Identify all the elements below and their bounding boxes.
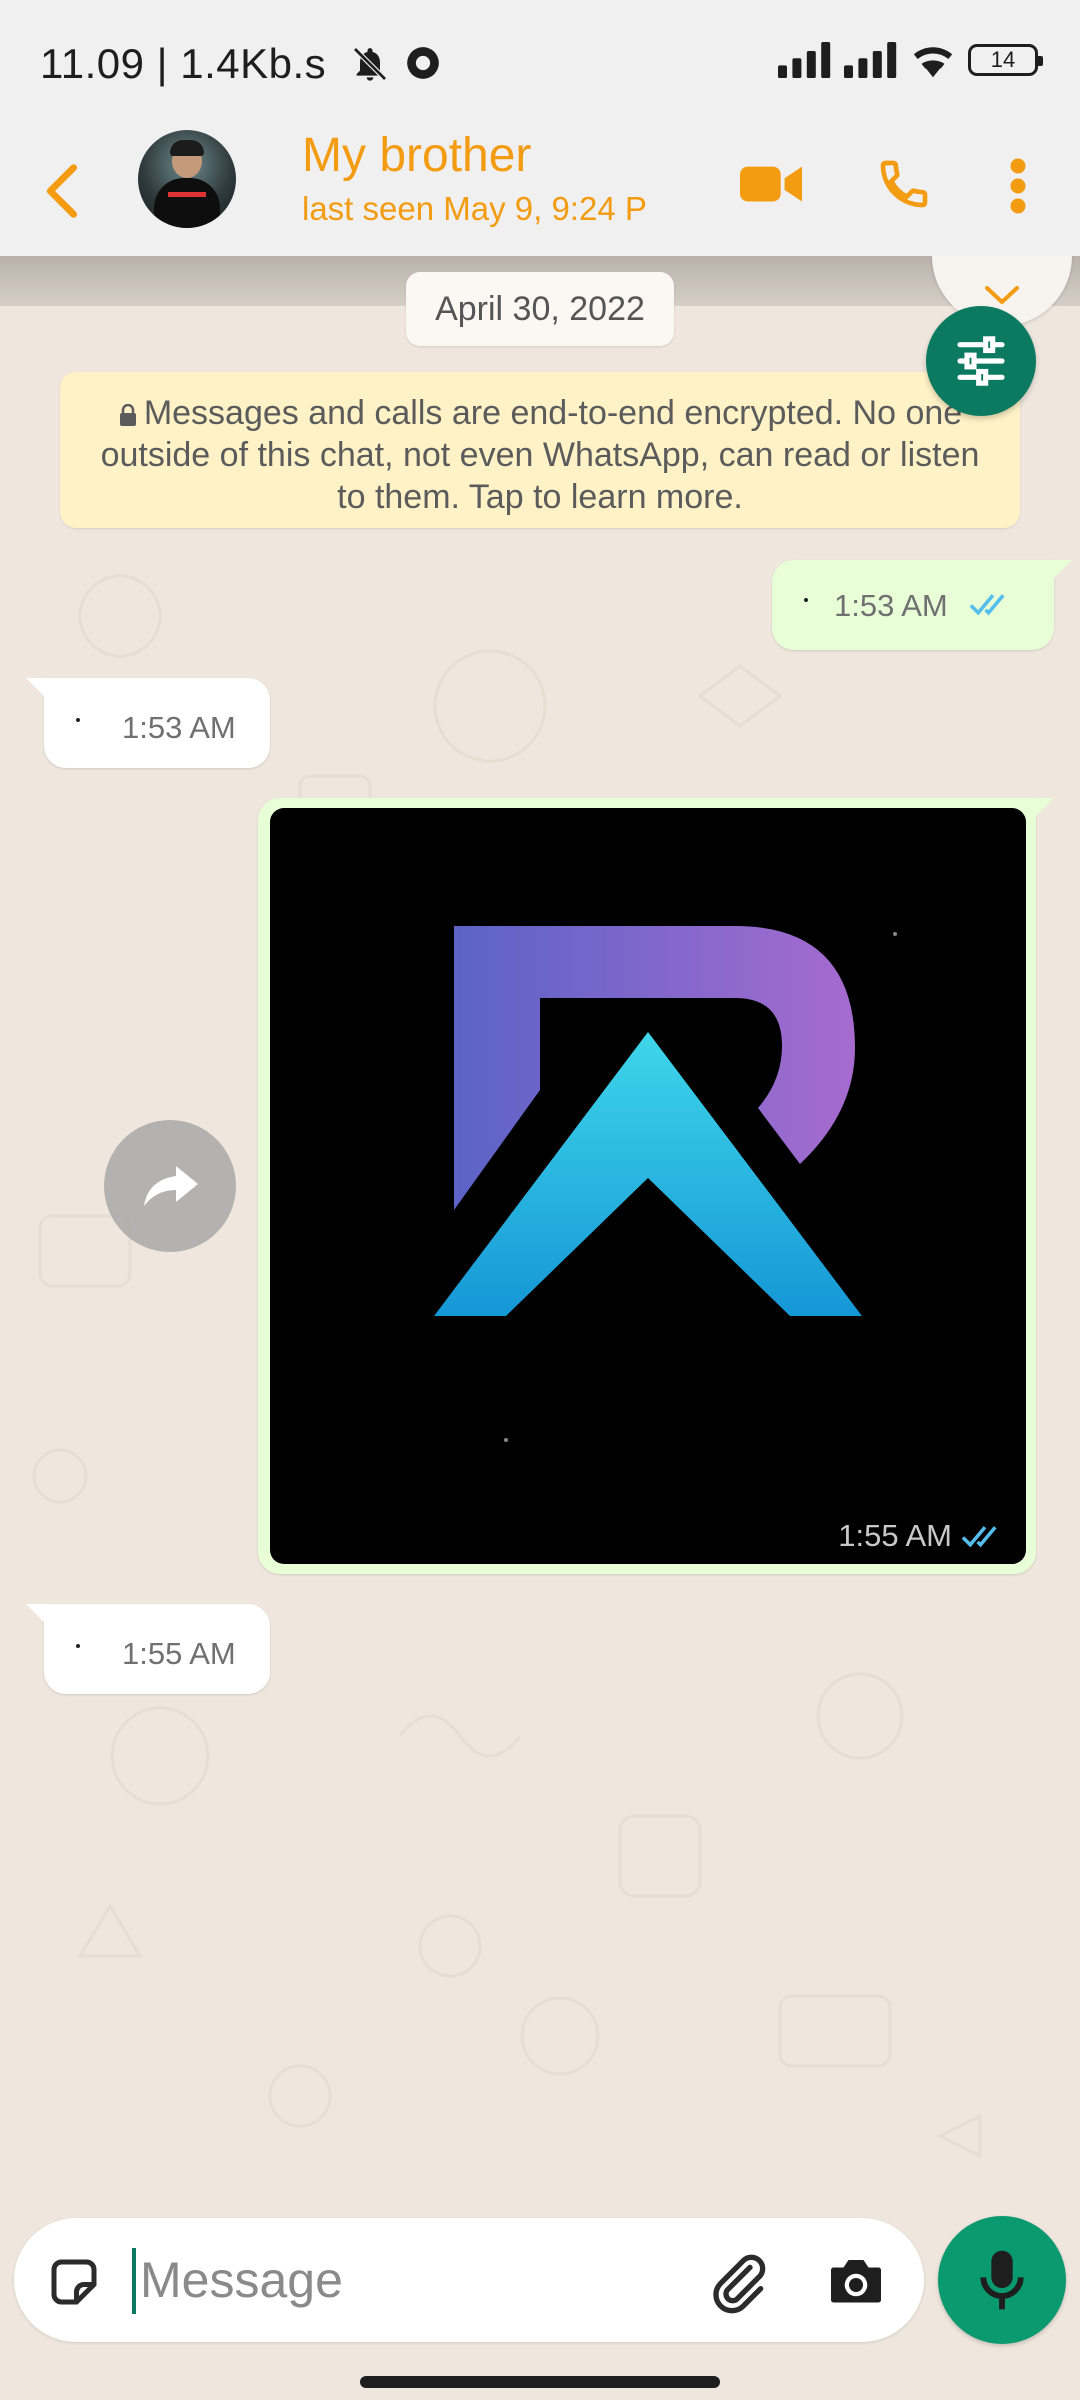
- forward-button[interactable]: [104, 1120, 236, 1252]
- camera-icon[interactable]: [826, 2252, 886, 2308]
- battery-icon: 14: [968, 44, 1043, 76]
- back-button[interactable]: [30, 156, 90, 226]
- chevron-down-icon: [985, 286, 1019, 304]
- status-bar: 11.09 | 1.4Kb.s 14: [0, 0, 1080, 126]
- chat-area[interactable]: April 30, 2022 Messages and calls are en…: [0, 256, 1080, 2210]
- bell-off-icon: [353, 47, 387, 81]
- message-time: 1:55 AM: [122, 1636, 236, 1671]
- logo-image: [434, 926, 897, 1442]
- contact-name[interactable]: My brother: [302, 128, 531, 183]
- message-input[interactable]: [140, 2244, 700, 2316]
- shared-image[interactable]: 1:55 AM: [270, 808, 1026, 1564]
- battery-level: 14: [990, 47, 1016, 72]
- gesture-nav-area: [0, 2354, 1080, 2400]
- message-composer[interactable]: [14, 2218, 924, 2342]
- record-icon: [407, 47, 439, 79]
- message-text: [76, 1644, 80, 1648]
- back-arrow-icon: [46, 164, 78, 218]
- signal-icon: [844, 42, 897, 78]
- sticker-icon[interactable]: [44, 2252, 104, 2312]
- status-time-speed: 11.09 | 1.4Kb.s: [40, 40, 327, 87]
- message-time: 1:53 AM: [122, 710, 236, 745]
- image-message-meta: 1:55 AM: [838, 1518, 1004, 1554]
- voice-message-button[interactable]: [938, 2216, 1066, 2344]
- forward-icon: [144, 1166, 198, 1206]
- message-bubble-incoming[interactable]: 1:53 AM: [26, 678, 270, 768]
- date-divider: April 30, 2022: [406, 272, 674, 346]
- chat-header: My brother last seen May 9, 9:24 P: [0, 126, 1080, 256]
- chat-filter-button[interactable]: [926, 306, 1036, 416]
- message-time: 1:55 AM: [838, 1518, 952, 1553]
- text-cursor: [132, 2248, 136, 2314]
- tune-icon: [957, 336, 1005, 386]
- message-text: [804, 598, 808, 602]
- voice-call-icon[interactable]: [876, 156, 932, 212]
- message-bubble-incoming[interactable]: 1:55 AM: [26, 1604, 270, 1694]
- lock-icon: [119, 404, 136, 426]
- message-text: [76, 718, 80, 722]
- wifi-icon: [913, 47, 953, 78]
- video-call-icon[interactable]: [740, 160, 802, 208]
- read-ticks-icon: [969, 594, 1005, 616]
- read-ticks-icon: [961, 1526, 997, 1548]
- mic-icon: [980, 2250, 1024, 2310]
- message-time: 1:53 AM: [834, 588, 948, 623]
- signal-icon: [778, 42, 831, 78]
- encryption-notice-text: Messages and calls are end-to-end encryp…: [100, 394, 980, 516]
- last-seen-status[interactable]: last seen May 9, 9:24 P: [302, 190, 682, 228]
- home-indicator[interactable]: [360, 2376, 720, 2388]
- image-message-bubble[interactable]: 1:55 AM: [258, 798, 1054, 1574]
- more-options-icon[interactable]: [1006, 156, 1030, 216]
- message-bubble-outgoing[interactable]: 1:53 AM: [772, 560, 1072, 650]
- encryption-notice[interactable]: Messages and calls are end-to-end encryp…: [60, 372, 1020, 528]
- avatar[interactable]: [138, 130, 236, 228]
- attach-icon[interactable]: [706, 2250, 770, 2314]
